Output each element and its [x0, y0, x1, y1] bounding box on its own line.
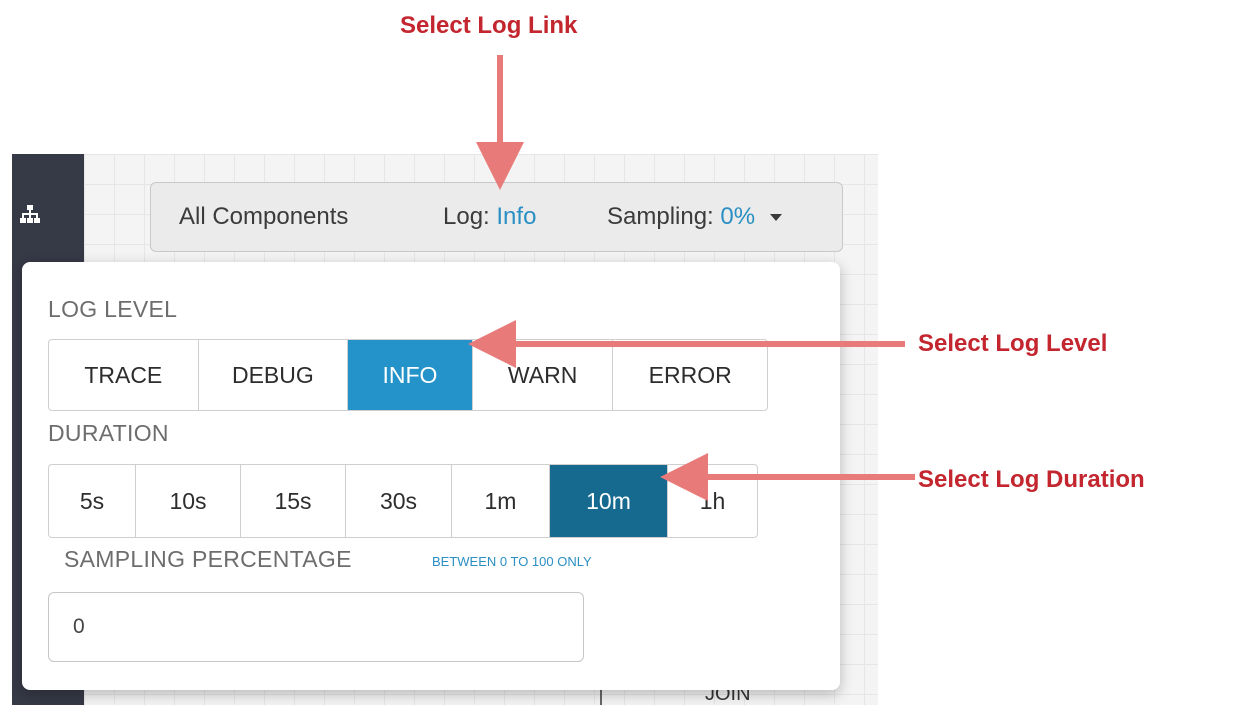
- annotation-select-log-duration: Select Log Duration: [918, 466, 1145, 493]
- log-level-debug-button[interactable]: DEBUG: [199, 340, 349, 410]
- duration-label: DURATION: [48, 420, 169, 446]
- annotation-select-log-link: Select Log Link: [400, 12, 578, 39]
- component-toolbar: All Components Log: Info Sampling: 0%: [150, 182, 843, 252]
- log-level-info-button[interactable]: INFO: [348, 340, 473, 410]
- duration-1m-button[interactable]: 1m: [452, 465, 550, 537]
- all-components-link[interactable]: All Components: [179, 203, 348, 231]
- annotation-select-log-level: Select Log Level: [918, 330, 1108, 357]
- duration-1h-button[interactable]: 1h: [668, 465, 757, 537]
- sampling-hint: BETWEEN 0 TO 100 ONLY: [432, 554, 592, 569]
- log-level-group: TRACE DEBUG INFO WARN ERROR: [48, 339, 768, 411]
- log-level-label: LOG LEVEL: [48, 296, 178, 322]
- log-value: Info: [496, 203, 537, 230]
- log-prefix: Log:: [443, 203, 490, 230]
- log-level-trace-button[interactable]: TRACE: [49, 340, 199, 410]
- duration-group: 5s 10s 15s 30s 1m 10m 1h: [48, 464, 758, 538]
- duration-10s-button[interactable]: 10s: [136, 465, 241, 537]
- duration-15s-button[interactable]: 15s: [241, 465, 346, 537]
- log-link[interactable]: Log: Info: [443, 203, 536, 231]
- log-level-warn-button[interactable]: WARN: [473, 340, 614, 410]
- topology-icon[interactable]: [18, 202, 42, 226]
- canvas-connector: [600, 690, 602, 705]
- duration-5s-button[interactable]: 5s: [49, 465, 136, 537]
- log-level-error-button[interactable]: ERROR: [613, 340, 767, 410]
- sampling-prefix: Sampling:: [607, 203, 714, 230]
- sampling-percentage-label: SAMPLING PERCENTAGE: [64, 546, 352, 572]
- sampling-value: 0%: [720, 203, 756, 230]
- log-settings-popover: LOG LEVEL TRACE DEBUG INFO WARN ERROR DU…: [22, 262, 840, 690]
- duration-10m-button[interactable]: 10m: [550, 465, 668, 537]
- sampling-percentage-input[interactable]: [48, 592, 584, 662]
- duration-30s-button[interactable]: 30s: [346, 465, 452, 537]
- chevron-down-icon: [769, 214, 782, 222]
- screenshot-stage: Select Log Link Select Log Level Select …: [0, 0, 1235, 705]
- sampling-link[interactable]: Sampling: 0%: [607, 203, 782, 231]
